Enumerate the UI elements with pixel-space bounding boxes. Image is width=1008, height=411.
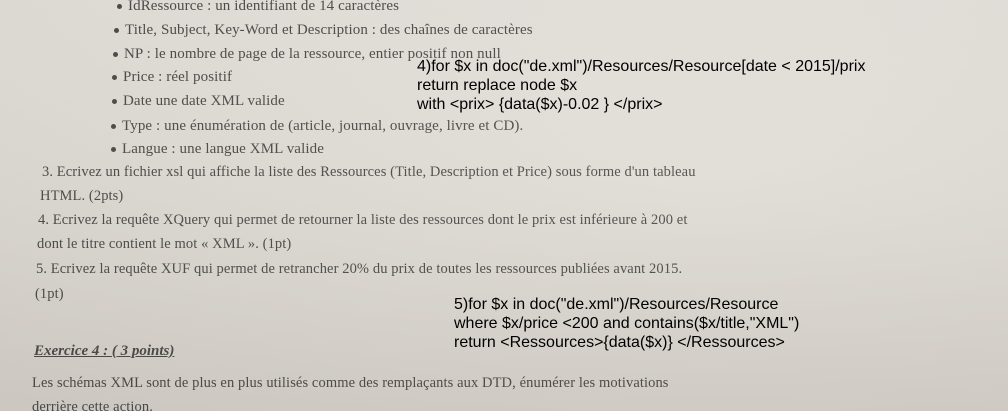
bullet-item: Price : réel positif — [112, 67, 232, 87]
bullet-text: Type : une énumération de (article, jour… — [122, 118, 524, 134]
bullet-text: Date une date XML valide — [123, 93, 285, 109]
bullet-text: Title, Subject, Key-Word et Description … — [125, 22, 533, 38]
bullet-icon — [112, 75, 117, 81]
bullet-icon — [112, 99, 117, 105]
bullet-icon — [111, 124, 116, 130]
bullet-item: Date une date XML valide — [112, 91, 285, 111]
question-5-line-1: 5. Ecrivez la requête XUF qui permet de … — [36, 261, 683, 277]
answer-4-block: 4)for $x in doc("de.xml")/Resources/Reso… — [417, 57, 865, 114]
answer-4-line-3: with <prix> {data($x)-0.02 } </prix> — [417, 96, 663, 113]
exercise-title: Exercice 4 : ( 3 points) — [34, 343, 175, 359]
bullet-icon — [111, 147, 116, 153]
question-3-line-2: HTML. (2pts) — [40, 188, 124, 204]
bullet-icon — [114, 28, 119, 34]
bullet-item: IdRessource : un identifiant de 14 carac… — [117, 0, 399, 16]
bullet-item: Type : une énumération de (article, jour… — [111, 116, 523, 136]
bullet-text: IdRessource : un identifiant de 14 carac… — [128, 0, 400, 14]
exam-page: IdRessource : un identifiant de 14 carac… — [0, 0, 1008, 411]
bullet-text: Price : réel positif — [123, 69, 233, 85]
answer-5-line-3: return <Ressources>{data($x)} </Ressourc… — [454, 334, 785, 351]
answer-4-line-1: 4)for $x in doc("de.xml")/Resources/Reso… — [417, 58, 866, 75]
bullet-item: Title, Subject, Key-Word et Description … — [114, 20, 533, 40]
answer-5-block: 5)for $x in doc("de.xml")/Resources/Reso… — [454, 295, 799, 352]
question-4-line-1: 4. Ecrivez la requête XQuery qui permet … — [38, 212, 688, 228]
bullet-icon — [117, 4, 122, 10]
bullet-item: Langue : une langue XML valide — [111, 139, 324, 159]
question-4-line-2: dont le titre contient le mot « XML ». (… — [37, 236, 292, 252]
answer-4-line-2: return replace node $x — [417, 77, 578, 94]
question-3-line-1: 3. Ecrivez un fichier xsl qui affiche la… — [42, 164, 696, 180]
bullet-text: Langue : une langue XML valide — [122, 141, 324, 157]
question-5-line-2: (1pt) — [35, 286, 64, 302]
exercise-text-line-2: derrière cette action. — [32, 399, 153, 411]
bullet-icon — [113, 52, 118, 58]
answer-5-line-2: where $x/price <200 and contains($x/titl… — [454, 315, 800, 332]
answer-5-line-1: 5)for $x in doc("de.xml")/Resources/Reso… — [454, 296, 779, 313]
exercise-text-line-1: Les schémas XML sont de plus en plus uti… — [32, 375, 669, 391]
